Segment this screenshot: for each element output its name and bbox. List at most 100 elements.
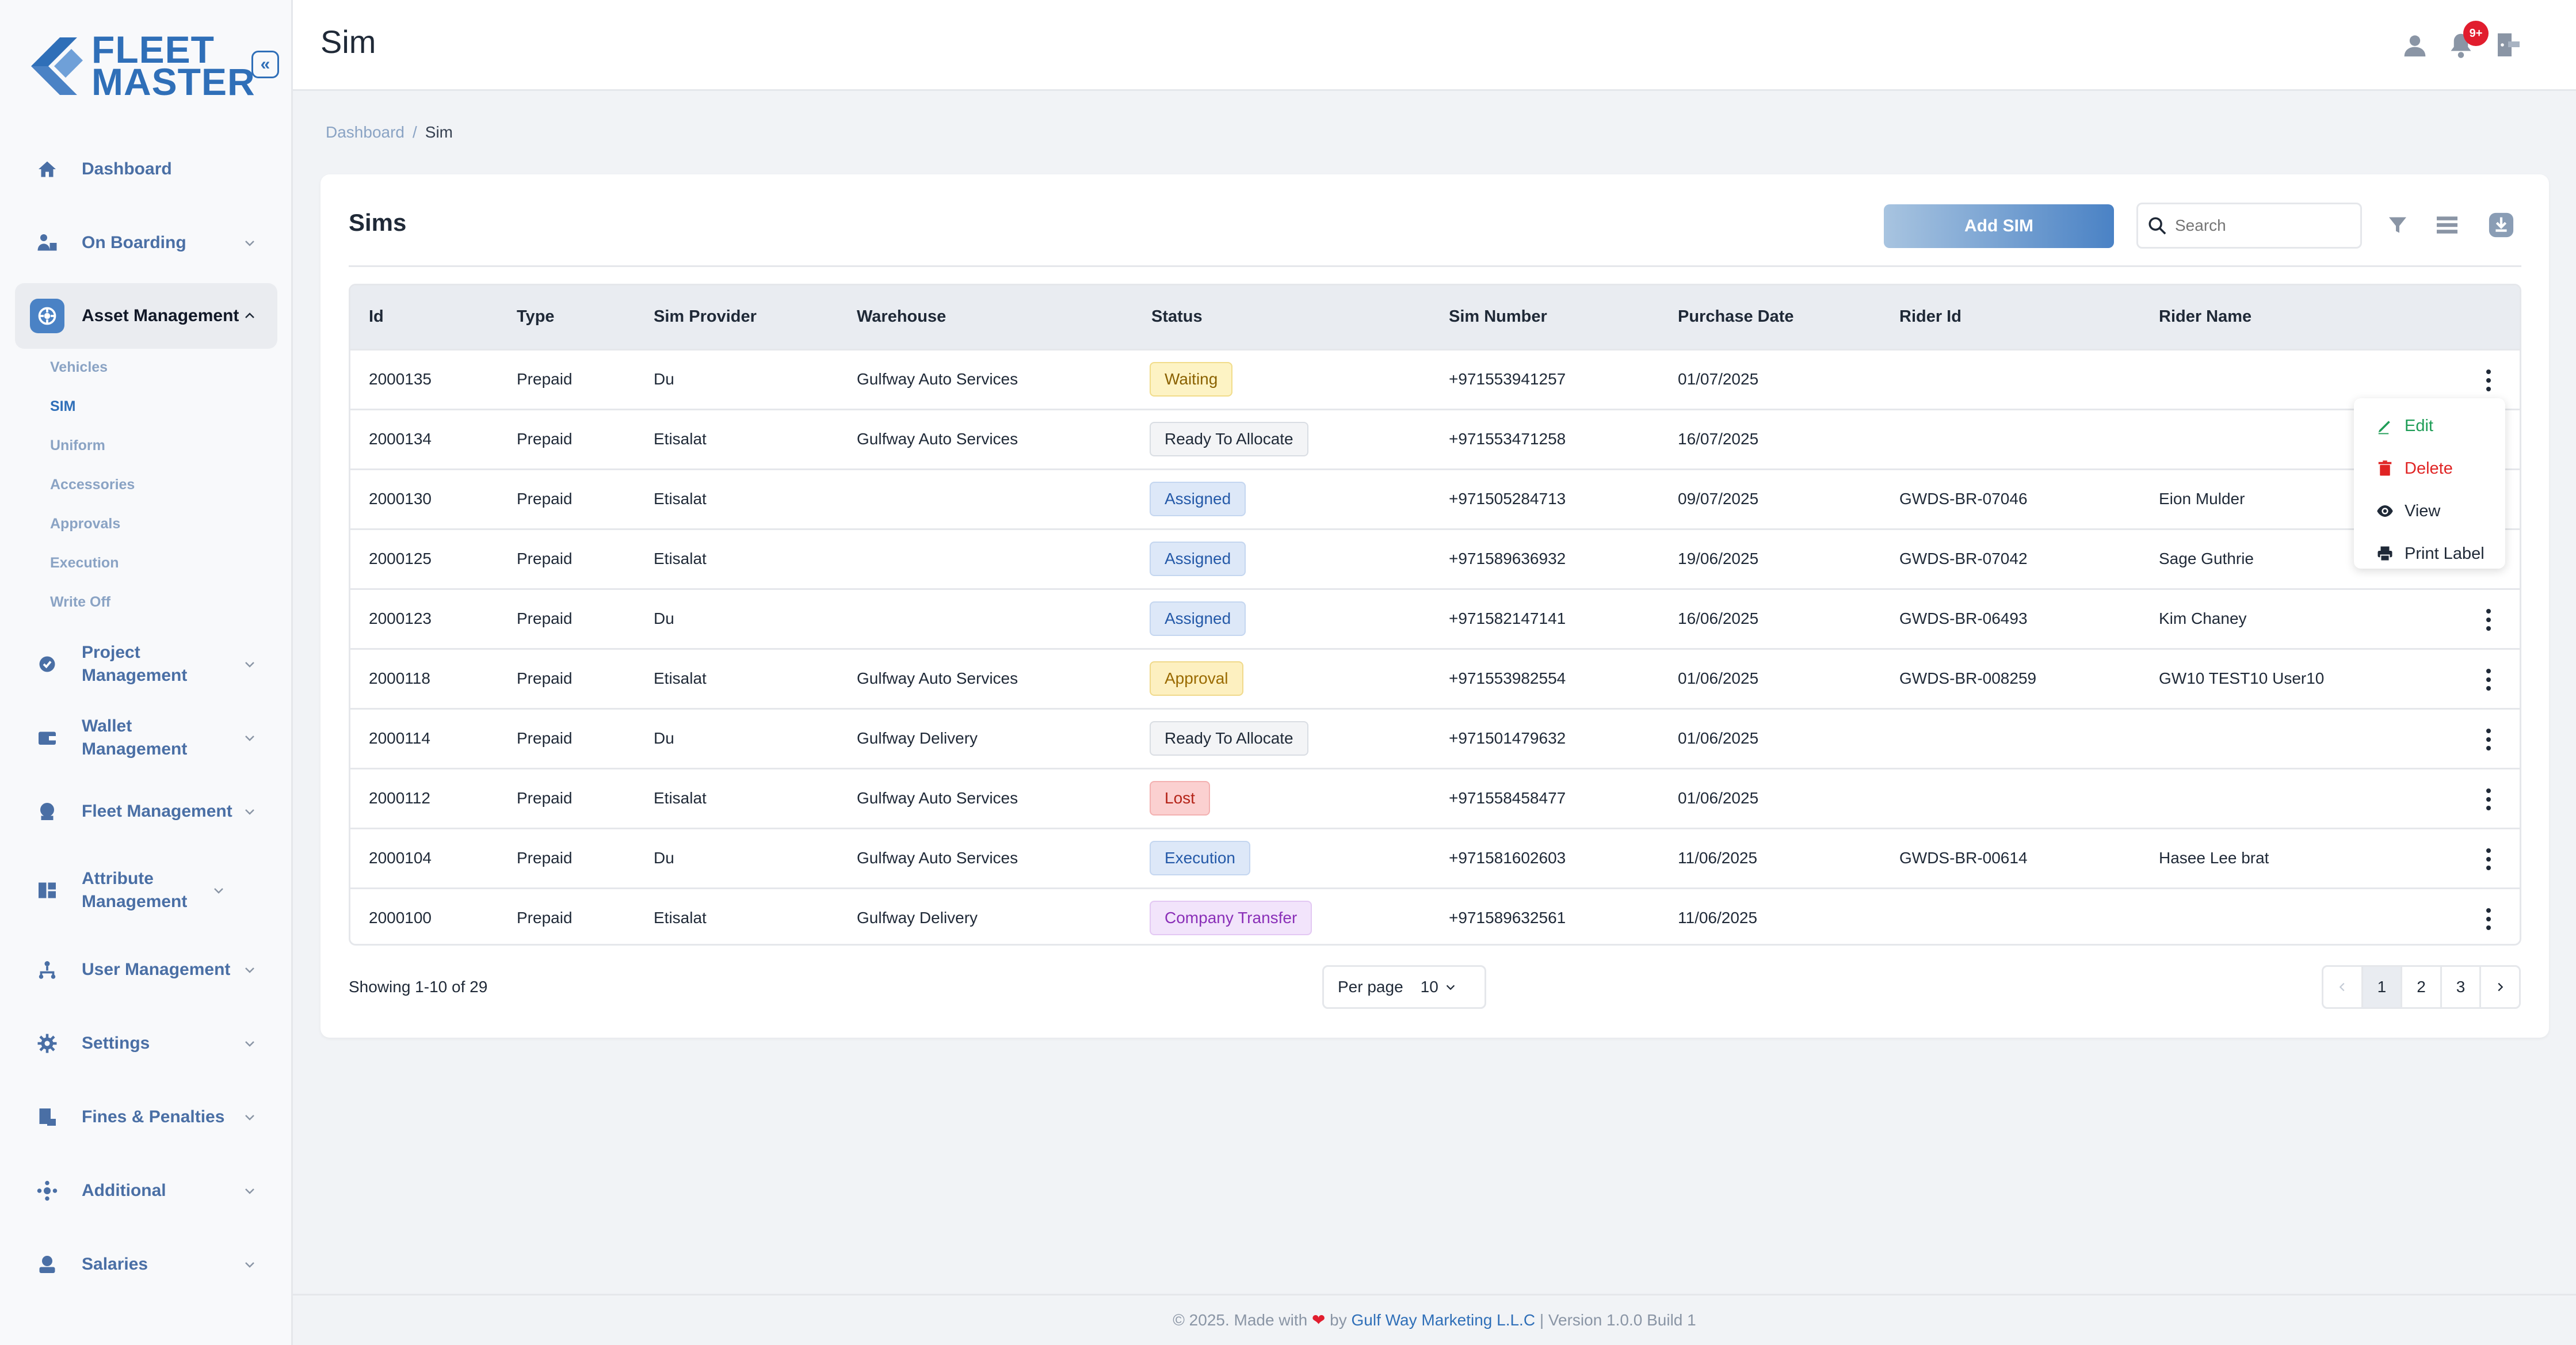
logo-line-2: MASTER — [91, 60, 255, 103]
status-header[interactable]: Status — [1151, 307, 1203, 326]
page-2-button[interactable]: 2 — [2402, 967, 2442, 1007]
status-badge: Company Transfer — [1150, 901, 1312, 935]
menu-item-label: View — [2405, 501, 2441, 520]
menu-item-view[interactable]: View — [2373, 494, 2440, 528]
filter-icon — [2389, 217, 2406, 233]
row-actions-kebab-icon[interactable] — [2477, 605, 2500, 635]
row-actions-kebab-icon[interactable] — [2477, 844, 2500, 874]
table-row[interactable]: 2000114 Prepaid Du Gulfway Delivery Ready To… — [350, 708, 2520, 768]
sidebar-item-user-management[interactable]: User Management — [15, 937, 277, 1003]
filter-button[interactable] — [2382, 209, 2414, 241]
search-input[interactable] — [2174, 216, 2349, 235]
sidebar-subitem-sim[interactable]: SIM — [50, 398, 75, 415]
purchase-date-cell: 01/06/2025 — [1678, 669, 1759, 687]
sidebar-item-fleet-management[interactable]: Fleet Management — [15, 779, 277, 844]
menu-item-delete[interactable]: Delete — [2373, 451, 2453, 486]
sidebar-subitem-write-off[interactable]: Write Off — [50, 594, 110, 611]
purchase-date-header[interactable]: Purchase Date — [1678, 307, 1794, 326]
table-row[interactable]: 2000134 Prepaid Etisalat Gulfway Auto Servi… — [350, 409, 2520, 468]
table-row[interactable]: 2000135 Prepaid Du Gulfway Auto Services Wai… — [350, 349, 2520, 409]
type-header[interactable]: Type — [517, 307, 555, 326]
sidebar-item-wallet-management[interactable]: Wallet Management — [15, 705, 277, 771]
table-row[interactable]: 2000125 Prepaid Etisalat Assigned +971589636… — [350, 528, 2520, 588]
previous-page-button[interactable] — [2323, 967, 2363, 1007]
sidebar-item-label: On Boarding — [82, 233, 186, 252]
footer-company-link[interactable]: Gulf Way Marketing L.L.C — [1352, 1311, 1536, 1329]
chevron-down-icon — [239, 236, 260, 250]
table-row[interactable]: 2000104 Prepaid Du Gulfway Auto Services Exe… — [350, 828, 2520, 887]
rider-name-header[interactable]: Rider Name — [2159, 307, 2251, 326]
sidebar-subitem-uniform[interactable]: Uniform — [50, 437, 105, 454]
sidebar-subitem-execution[interactable]: Execution — [50, 555, 119, 571]
add-sim-button[interactable]: Add SIM — [1884, 204, 2114, 248]
row-actions-kebab-icon[interactable] — [2477, 904, 2500, 934]
columns-button[interactable] — [2431, 209, 2463, 241]
table-row[interactable]: 2000130 Prepaid Etisalat Assigned +971505284… — [350, 468, 2520, 528]
page-1-button[interactable]: 1 — [2363, 967, 2403, 1007]
sim-number-cell: +971558458477 — [1449, 789, 1566, 807]
sidebar-item-on-boarding[interactable]: On Boarding — [15, 210, 277, 276]
purchase-date-cell: 11/06/2025 — [1678, 849, 1758, 867]
sim-number-header[interactable]: Sim Number — [1449, 307, 1547, 326]
type-cell: Prepaid — [517, 550, 573, 567]
sidebar-item-asset-management[interactable]: Asset Management — [15, 283, 277, 349]
onboarding-icon — [30, 226, 64, 260]
sidebar-item-additional[interactable]: Additional — [15, 1158, 277, 1224]
sim-provider-header[interactable]: Sim Provider — [654, 307, 757, 326]
rider-id-header[interactable]: Rider Id — [1899, 307, 1961, 326]
eye-icon — [2373, 502, 2396, 520]
warehouse-cell: Gulfway Auto Services — [857, 430, 1018, 448]
card-title: Sims — [349, 209, 407, 236]
sidebar-item-settings[interactable]: Settings — [15, 1011, 277, 1076]
notifications-button[interactable]: 9+ — [2445, 21, 2489, 61]
chevron-down-icon — [239, 1184, 260, 1198]
table-row[interactable]: 2000100 Prepaid Etisalat Gulfway Delivery Co… — [350, 887, 2520, 944]
logout-button[interactable] — [2492, 29, 2524, 61]
row-actions-kebab-icon[interactable] — [2477, 365, 2500, 395]
sidebar-subitem-approvals[interactable]: Approvals — [50, 516, 120, 532]
row-actions-kebab-icon[interactable] — [2477, 784, 2500, 814]
purchase-date-cell: 01/07/2025 — [1678, 370, 1759, 388]
sidebar-item-salaries[interactable]: Salaries — [15, 1232, 277, 1297]
sim-number-cell: +971589632561 — [1449, 909, 1566, 927]
sim-number-cell: +971553982554 — [1449, 669, 1566, 687]
sidebar-item-project-management[interactable]: Project Management — [15, 631, 277, 697]
chevron-right-icon — [2498, 982, 2504, 992]
pagination: 123 — [2322, 965, 2521, 1009]
sidebar-item-attribute-management[interactable]: Attribute Management — [15, 858, 277, 923]
sidebar-subitem-vehicles[interactable]: Vehicles — [50, 359, 108, 376]
chevron-down-icon — [208, 883, 229, 897]
page-3-button[interactable]: 3 — [2442, 967, 2482, 1007]
collapse-sidebar-button[interactable]: « — [251, 51, 279, 78]
breadcrumb-home-link[interactable]: Dashboard — [326, 123, 404, 141]
user-profile-button[interactable] — [2399, 29, 2431, 61]
logo-mark-icon — [31, 37, 83, 95]
row-actions-kebab-icon[interactable] — [2477, 665, 2500, 695]
sidebar-item-fines-penalties[interactable]: Fines & Penalties — [15, 1084, 277, 1150]
search-icon — [2148, 217, 2166, 235]
table-row[interactable]: 2000112 Prepaid Etisalat Gulfway Auto Servi… — [350, 768, 2520, 828]
page-footer: © 2025. Made with ❤ by Gulf Way Marketin… — [293, 1294, 2576, 1345]
fleet-master-logo[interactable]: FLEET MASTER — [25, 26, 255, 106]
table-header: Id Type Sim Provider Warehouse Status Sim Num… — [350, 285, 2520, 349]
next-page-button[interactable] — [2481, 967, 2519, 1007]
breadcrumb: Dashboard / Sim — [326, 123, 453, 142]
sidebar-item-dashboard[interactable]: Dashboard — [15, 136, 277, 202]
chevron-down-icon — [239, 805, 260, 818]
id-header[interactable]: Id — [369, 307, 384, 326]
row-actions-kebab-icon[interactable] — [2477, 725, 2500, 755]
table-row[interactable]: 2000123 Prepaid Du Assigned +971582147141 16/… — [350, 588, 2520, 648]
per-page-select[interactable]: Per page 10 — [1322, 965, 1486, 1009]
download-button[interactable] — [2485, 209, 2517, 241]
menu-item-print-label[interactable]: Print Label — [2373, 536, 2485, 571]
breadcrumb-separator: / — [412, 123, 417, 141]
table-row[interactable]: 2000118 Prepaid Etisalat Gulfway Auto Servi… — [350, 648, 2520, 708]
sidebar-subitem-accessories[interactable]: Accessories — [50, 477, 135, 493]
menu-item-edit[interactable]: Edit — [2373, 409, 2433, 443]
download-icon — [2489, 212, 2514, 238]
warehouse-cell: Gulfway Auto Services — [857, 669, 1018, 687]
sim-number-cell: +971581602603 — [1449, 849, 1566, 867]
warehouse-header[interactable]: Warehouse — [857, 307, 946, 326]
sim-provider-cell: Du — [654, 849, 674, 867]
sidebar-item-label: Attribute Management — [82, 869, 188, 911]
